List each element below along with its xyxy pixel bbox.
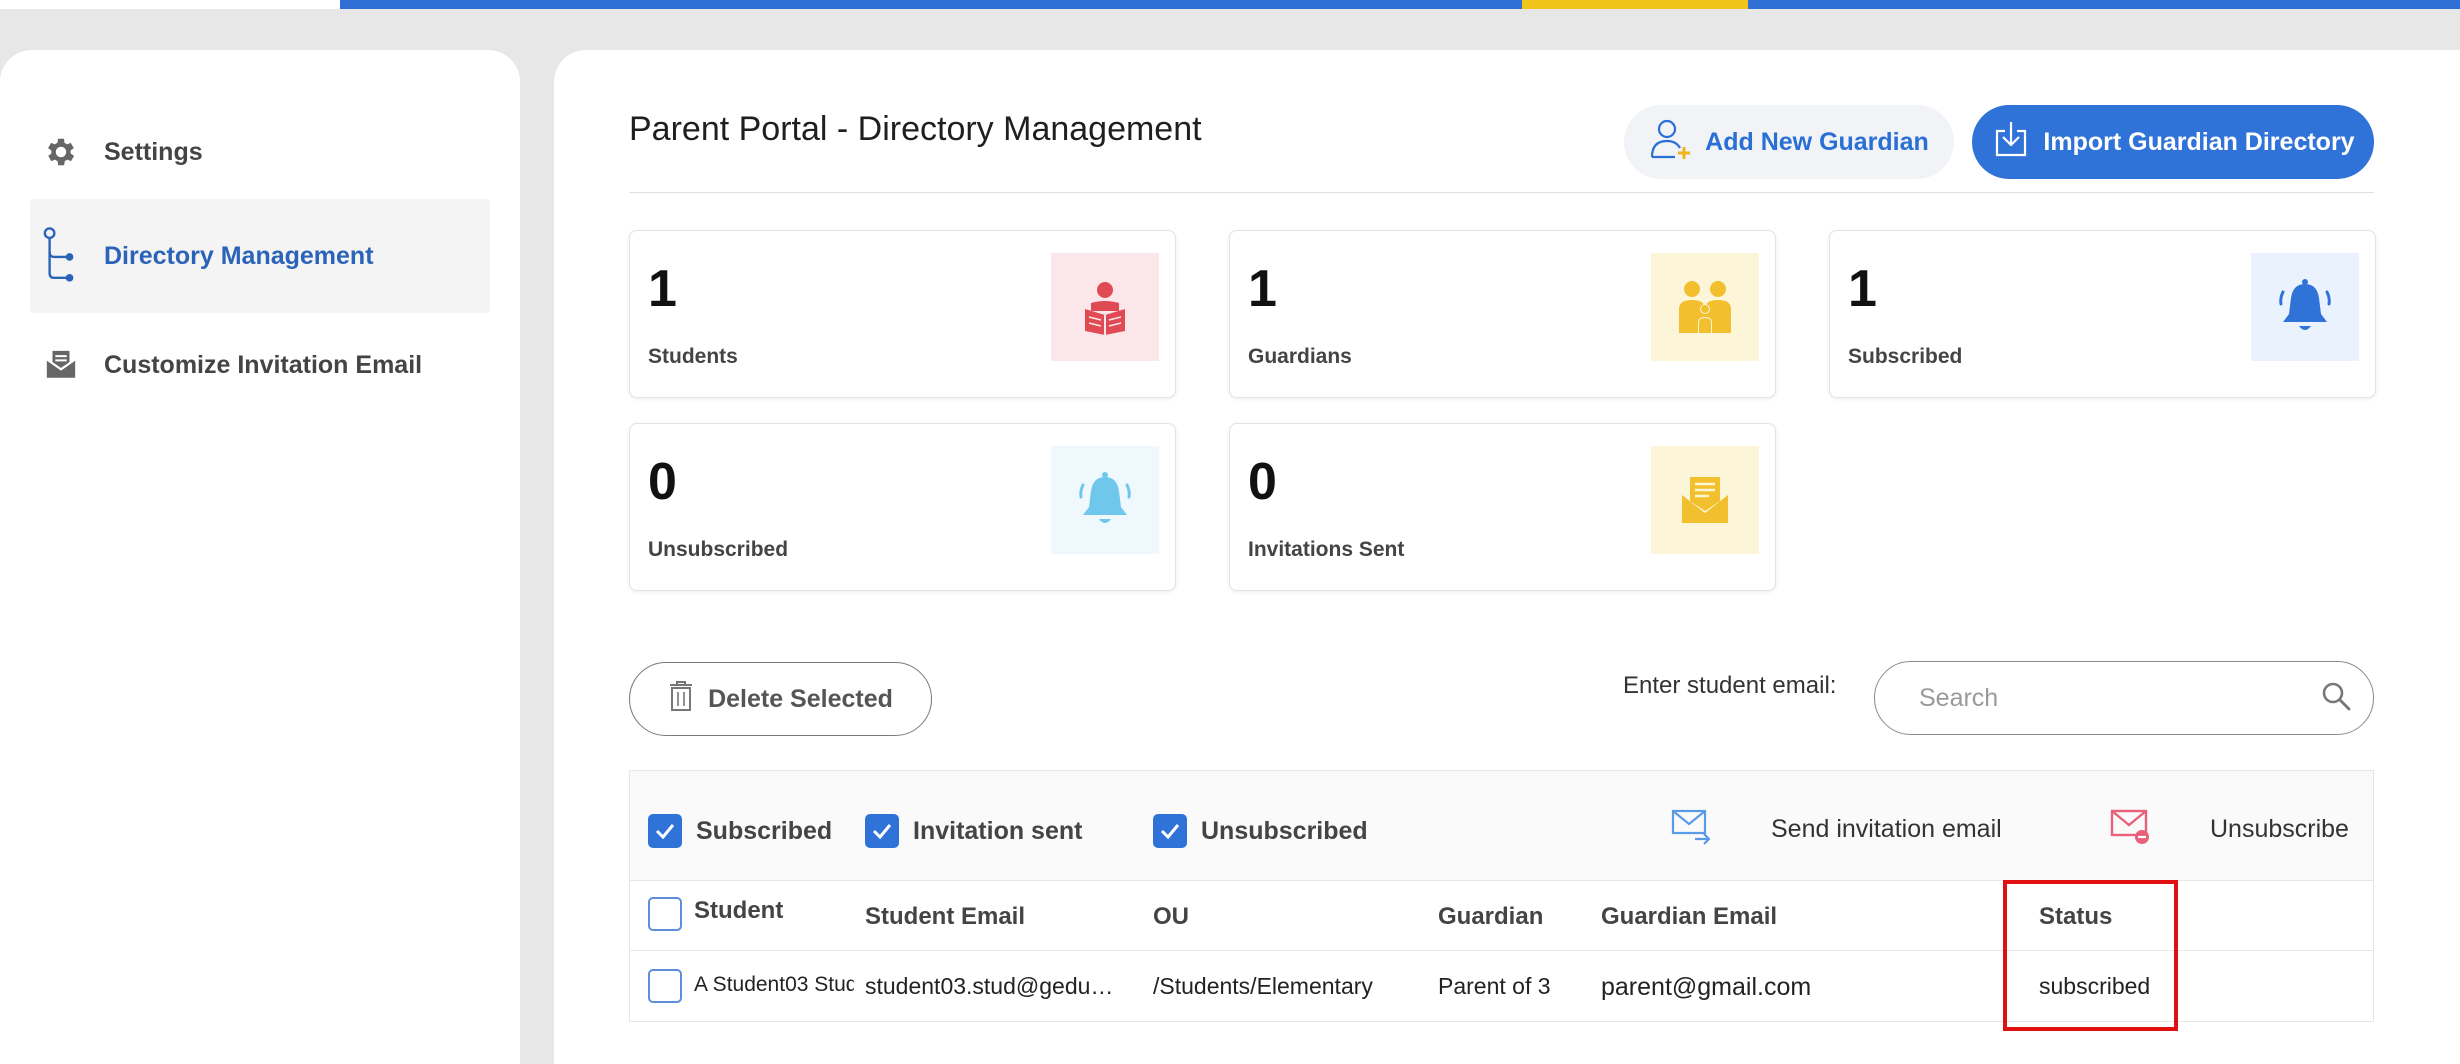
import-icon: [1991, 119, 2031, 166]
search-icon[interactable]: [2321, 681, 2351, 716]
cell-ou: /Students/Elementary: [1153, 973, 1373, 999]
top-bar-yellow-segment: [1522, 0, 1748, 9]
directory-tree-icon: [42, 227, 80, 282]
stat-card-guardians: 1 Guardians: [1229, 230, 1776, 398]
trash-icon: [668, 680, 694, 719]
checkbox-checked[interactable]: [648, 814, 682, 848]
filter-label: Invitation sent: [913, 816, 1083, 845]
delete-selected-label: Delete Selected: [708, 684, 893, 713]
stat-value: 0: [648, 453, 677, 511]
filter-unsubscribed[interactable]: Unsubscribed: [1153, 814, 1368, 848]
add-new-guardian-label: Add New Guardian: [1705, 127, 1929, 156]
row-checkbox[interactable]: [648, 969, 682, 1003]
filter-subscribed[interactable]: Subscribed: [648, 814, 832, 848]
sidebar-item-label: Settings: [104, 137, 203, 166]
import-guardian-directory-label: Import Guardian Directory: [2043, 127, 2355, 156]
guardian-directory-table: Subscribed Invitation sent Unsubscribed …: [629, 770, 2374, 1022]
add-new-guardian-button[interactable]: Add New Guardian: [1624, 105, 1954, 179]
stat-card-students: 1 Students: [629, 230, 1176, 398]
sidebar-item-label: Customize Invitation Email: [104, 350, 423, 379]
send-invitation-email-button[interactable]: Send invitation email: [1671, 807, 2002, 852]
delete-selected-button[interactable]: Delete Selected: [629, 662, 932, 736]
filter-invitation-sent[interactable]: Invitation sent: [865, 814, 1082, 848]
cell-status: subscribed: [2039, 973, 2151, 999]
column-header-ou[interactable]: OU: [1153, 903, 1189, 931]
student-reading-icon: [1051, 253, 1159, 361]
envelope-open-icon: [42, 346, 80, 384]
stat-card-subscribed: 1 Subscribed: [1829, 230, 2376, 398]
sidebar-item-label: Directory Management: [104, 241, 374, 270]
stat-label: Subscribed: [1848, 345, 1963, 368]
cell-student-email: student03.stud@gedu.demo: [865, 973, 1117, 999]
table-header-row: Student Student Email OU Guardian Guardi…: [630, 881, 2373, 951]
add-user-icon: [1649, 117, 1693, 168]
search-input[interactable]: [1919, 683, 2321, 713]
top-bar-white-segment: [0, 0, 340, 9]
stat-label: Guardians: [1248, 345, 1352, 368]
top-progress-bar: [0, 0, 2460, 9]
send-invitation-email-label: Send invitation email: [1771, 815, 2002, 843]
import-guardian-directory-button[interactable]: Import Guardian Directory: [1972, 105, 2374, 179]
student-email-search[interactable]: [1874, 661, 2374, 735]
stat-value: 0: [1248, 453, 1277, 511]
bell-muted-icon: [1051, 446, 1159, 554]
send-mail-icon: [1671, 807, 1713, 852]
cell-student: A Student03 Student03: [694, 973, 854, 996]
stat-label: Unsubscribed: [648, 538, 789, 561]
column-header-guardian-email[interactable]: Guardian Email: [1601, 903, 1777, 931]
column-header-student[interactable]: Student: [694, 897, 783, 925]
stat-card-invitations-sent: 0 Invitations Sent: [1229, 423, 1776, 591]
unsubscribe-label: Unsubscribe: [2210, 815, 2349, 843]
search-label: Enter student email:: [1623, 672, 1837, 699]
column-header-guardian[interactable]: Guardian: [1438, 903, 1543, 931]
sidebar-item-directory-management[interactable]: Directory Management: [30, 199, 490, 313]
main-panel: Parent Portal - Directory Management Add…: [554, 50, 2460, 1064]
page-title: Parent Portal - Directory Management: [629, 110, 1202, 148]
stat-value: 1: [648, 260, 677, 318]
sidebar-item-settings[interactable]: Settings: [30, 95, 490, 209]
filter-label: Subscribed: [696, 816, 833, 845]
open-envelope-icon: [1651, 446, 1759, 554]
table-row[interactable]: A Student03 Student03 student03.stud@ged…: [630, 951, 2373, 1021]
filter-label: Unsubscribed: [1201, 816, 1368, 845]
filter-row: Subscribed Invitation sent Unsubscribed …: [630, 771, 2373, 881]
stat-card-unsubscribed: 0 Unsubscribed: [629, 423, 1176, 591]
unsubscribe-mail-icon: [2110, 807, 2152, 852]
checkbox-checked[interactable]: [865, 814, 899, 848]
bell-icon: [2251, 253, 2359, 361]
select-all-checkbox[interactable]: [648, 897, 682, 931]
gear-icon: [42, 133, 80, 171]
cell-guardian-email: parent@gmail.com: [1601, 973, 1812, 1001]
column-header-status[interactable]: Status: [2039, 903, 2112, 931]
sidebar-item-customize-invitation-email[interactable]: Customize Invitation Email: [30, 308, 490, 422]
stat-label: Invitations Sent: [1248, 538, 1405, 561]
unsubscribe-button[interactable]: Unsubscribe: [2110, 807, 2349, 852]
family-icon: [1651, 253, 1759, 361]
column-header-student-email[interactable]: Student Email: [865, 903, 1025, 931]
cell-guardian: Parent of 3: [1438, 973, 1551, 999]
checkbox-checked[interactable]: [1153, 814, 1187, 848]
header-divider: [629, 192, 2374, 193]
stat-label: Students: [648, 345, 738, 368]
stat-value: 1: [1248, 260, 1277, 318]
sidebar: Settings Directory Management Customize …: [0, 50, 520, 1064]
stat-value: 1: [1848, 260, 1877, 318]
